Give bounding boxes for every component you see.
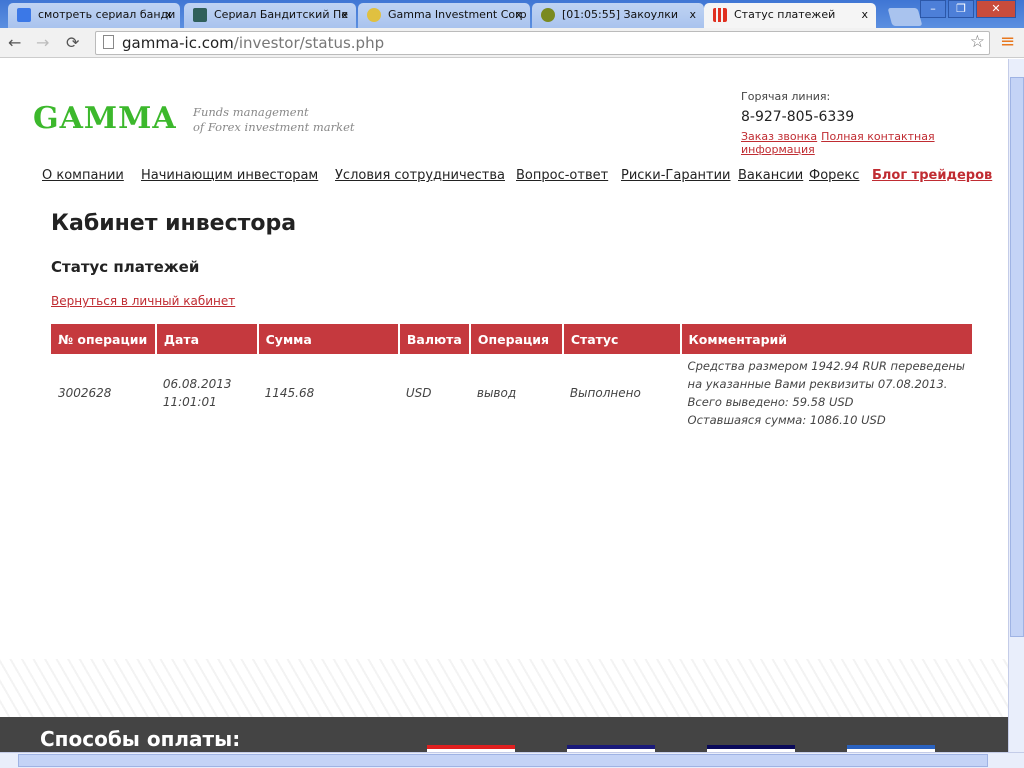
address-bar[interactable]: gamma-ic.com/investor/status.php ☆ [95, 31, 990, 55]
col-operation: Операция [468, 324, 563, 354]
logo[interactable]: GAMMA [33, 101, 177, 136]
close-window-button[interactable]: ✕ [976, 0, 1016, 18]
payment-logo[interactable] [427, 745, 515, 752]
cell-status: Выполнено [569, 386, 641, 400]
close-tab-icon[interactable]: x [689, 8, 696, 21]
nav-about[interactable]: О компании [42, 168, 124, 183]
page-content: GAMMA Funds management of Forex investmen… [0, 59, 1008, 752]
tab-4[interactable]: [01:05:55] Закоулки x [532, 3, 704, 28]
cell-amount: 1145.68 [264, 386, 315, 400]
horizontal-scroll-thumb[interactable] [18, 754, 988, 767]
tagline: Funds management of Forex investment mark… [193, 105, 355, 134]
close-tab-icon[interactable]: x [165, 8, 172, 21]
payment-logo[interactable] [567, 745, 655, 752]
back-to-cabinet-link[interactable]: Вернуться в личный кабинет [51, 294, 235, 308]
minimize-button[interactable]: – [920, 0, 946, 18]
footer: Способы оплаты: [0, 717, 1008, 752]
close-tab-icon[interactable]: x [861, 8, 868, 21]
star-icon[interactable]: ☆ [970, 32, 985, 52]
nav-faq[interactable]: Вопрос-ответ [516, 168, 608, 183]
restore-button[interactable]: ❐ [948, 0, 974, 18]
close-tab-icon[interactable]: x [341, 8, 348, 21]
page-icon [103, 35, 114, 49]
decorative-pattern [0, 659, 1008, 719]
cell-comment: Средства размером 1942.94 RUR переведены… [687, 359, 965, 427]
browser-toolbar: ← → ⟳ gamma-ic.com/investor/status.php ☆… [0, 28, 1024, 58]
tab-active[interactable]: Статус платежей x [704, 3, 876, 28]
col-amount: Сумма [256, 324, 399, 354]
table-header: № операции Дата Сумма Валюта Операция Ст… [51, 324, 972, 354]
col-currency: Валюта [397, 324, 470, 354]
page-title: Кабинет инвестора [51, 211, 297, 236]
tab-1[interactable]: смотреть сериал банди x [8, 3, 180, 28]
payment-methods-title: Способы оплаты: [40, 727, 241, 751]
nav-risks[interactable]: Риски-Гарантии [621, 168, 731, 183]
new-tab-button[interactable] [887, 8, 923, 26]
signal-icon [713, 8, 727, 22]
site-icon [193, 8, 207, 22]
close-tab-icon[interactable]: x [515, 8, 522, 21]
col-comment: Комментарий [679, 324, 972, 354]
gamma-icon [367, 8, 381, 22]
nav-forex[interactable]: Форекс [809, 168, 859, 183]
callback-link[interactable]: Заказ звонка [741, 130, 817, 143]
menu-icon[interactable]: ≡ [1000, 31, 1015, 52]
col-status: Статус [561, 324, 681, 354]
phone-number: 8-927-805-6339 [741, 109, 855, 125]
nav-beginners[interactable]: Начинающим инвесторам [141, 168, 318, 183]
cell-date: 06.08.2013 11:01:01 [162, 377, 232, 409]
col-date: Дата [154, 324, 258, 354]
back-icon[interactable]: ← [8, 33, 21, 52]
reload-icon[interactable]: ⟳ [66, 33, 79, 52]
tab-2[interactable]: Сериал Бандитский Пе x [184, 3, 356, 28]
vertical-scrollbar[interactable] [1008, 59, 1024, 752]
site-icon [541, 8, 555, 22]
col-id: № операции [51, 324, 156, 354]
vertical-scroll-thumb[interactable] [1010, 77, 1024, 637]
table-row: 3002628 06.08.2013 11:01:01 1145.68 USD в… [51, 354, 972, 432]
cell-operation: вывод [476, 386, 517, 400]
payments-table: № операции Дата Сумма Валюта Операция Ст… [51, 324, 972, 432]
tab-3[interactable]: Gamma Investment Corp x [358, 3, 530, 28]
google-icon [17, 8, 31, 22]
cell-currency: USD [405, 386, 432, 400]
hotline-label: Горячая линия: [741, 90, 831, 103]
tab-strip: смотреть сериал банди x Сериал Бандитский… [0, 0, 1024, 28]
nav-blog[interactable]: Блог трейдеров [872, 168, 992, 183]
nav-jobs[interactable]: Вакансии [738, 168, 803, 183]
cell-id: 3002628 [58, 386, 112, 400]
horizontal-scrollbar[interactable] [0, 752, 1024, 768]
payment-logo[interactable] [707, 745, 795, 752]
payment-logo[interactable] [847, 745, 935, 752]
section-title: Статус платежей [51, 258, 200, 276]
forward-icon[interactable]: → [36, 33, 49, 52]
nav-terms[interactable]: Условия сотрудничества [335, 168, 505, 183]
